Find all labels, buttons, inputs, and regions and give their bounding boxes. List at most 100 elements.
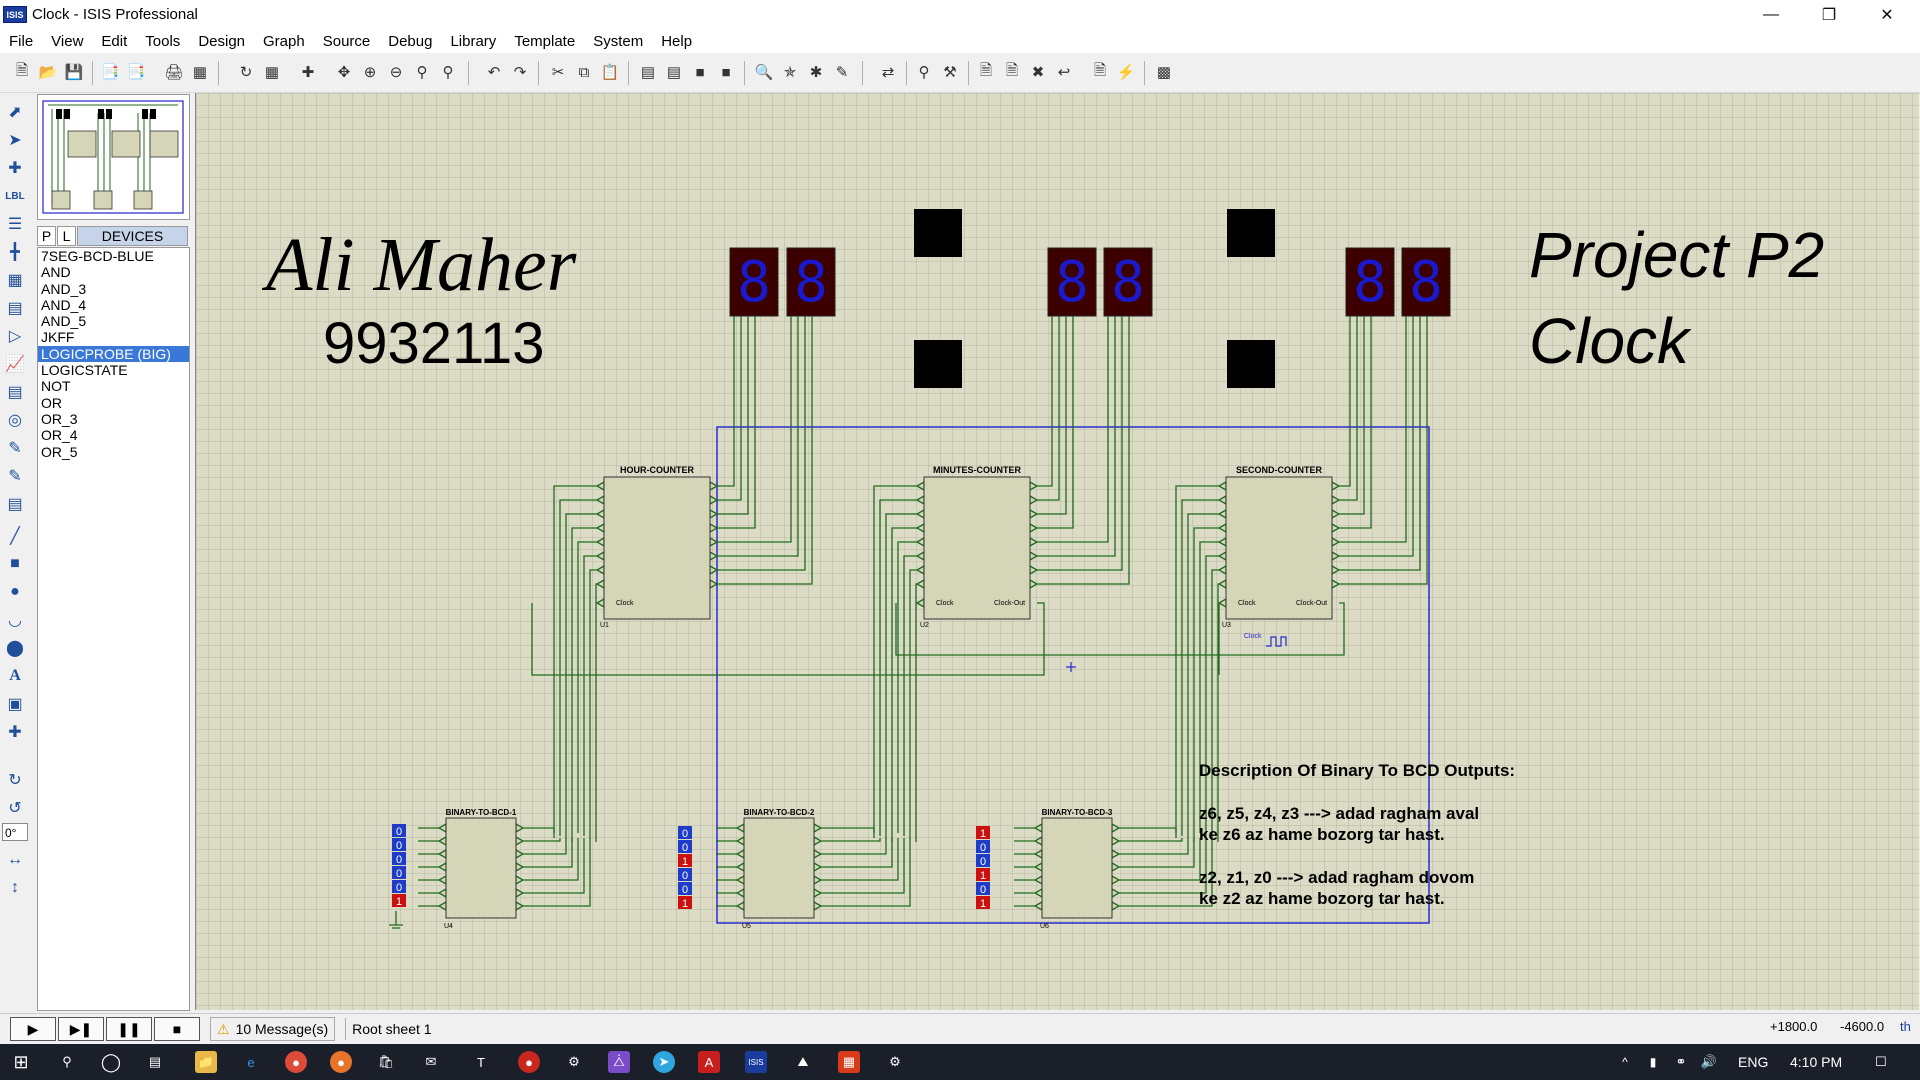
line-icon[interactable]: ╱ [4,525,26,547]
photos-icon[interactable]: ⛰ [792,1051,814,1073]
text-script-icon[interactable]: ☰ [4,213,26,235]
device-item[interactable]: OR [38,395,189,411]
library-manager-button[interactable]: L [57,226,76,246]
open-folder-icon[interactable]: 📂 [38,62,58,82]
netlist-to-ares-icon[interactable]: ▩ [1154,62,1174,82]
copy-icon[interactable]: ⧉ [574,62,594,82]
block-delete-icon[interactable]: ■ [716,62,736,82]
print-area-icon[interactable]: ▦ [190,62,210,82]
mail-icon[interactable]: ✉ [420,1051,442,1073]
search-tag-icon[interactable]: ⚲ [914,62,934,82]
close-button[interactable]: ✕ [1858,0,1916,29]
package-tool-icon[interactable]: ✱ [806,62,826,82]
edge-icon[interactable]: e [240,1051,262,1073]
device-item[interactable]: NOT [38,378,189,394]
add-sheet-icon[interactable]: 🗎 [1002,62,1022,82]
grid-icon[interactable]: ▦ [262,62,282,82]
rotate-ccw-icon[interactable]: ↺ [4,797,26,819]
menu-help[interactable]: Help [652,33,701,50]
generator-icon[interactable]: ◎ [4,409,26,431]
block-move-icon[interactable]: ▤ [664,62,684,82]
print-icon[interactable]: 🖨 [164,62,184,82]
mirror-horizontal-icon[interactable]: ↔ [4,849,26,871]
menu-system[interactable]: System [584,33,652,50]
block-copy-icon[interactable]: ▤ [638,62,658,82]
exit-to-parent-icon[interactable]: ↩ [1054,62,1074,82]
pick-devices-button[interactable]: P [37,226,56,246]
graph-mode-icon[interactable]: 📈 [4,353,26,375]
export-icon[interactable]: 📑 [126,62,146,82]
text-icon[interactable]: A [4,665,26,687]
tray-up-icon[interactable]: ^ [1614,1051,1636,1073]
menu-edit[interactable]: Edit [92,33,136,50]
visual-studio-icon[interactable]: ⧊ [608,1051,630,1073]
mirror-vertical-icon[interactable]: ↕ [4,877,26,899]
notification-icon[interactable]: ☐ [1870,1051,1892,1073]
device-item-selected[interactable]: LOGICPROBE (BIG) [38,345,189,363]
telegram-icon[interactable]: ➤ [653,1051,675,1073]
menu-template[interactable]: Template [505,33,584,50]
virtual-instruments-icon[interactable]: ▤ [4,493,26,515]
app-icon[interactable]: ▦ [838,1051,860,1073]
chrome-icon[interactable]: ● [285,1051,307,1073]
typora-icon[interactable]: T [470,1051,492,1073]
language-indicator[interactable]: ENG [1738,1054,1768,1070]
device-pins-icon[interactable]: ▷ [4,325,26,347]
make-device-icon[interactable]: ✯ [780,62,800,82]
new-file-icon[interactable]: 🗎 [12,62,32,82]
rotation-angle-field[interactable]: 0° [2,823,28,841]
zoom-out-icon[interactable]: ⊖ [386,62,406,82]
device-item[interactable]: OR_4 [38,427,189,443]
property-tool-icon[interactable]: ⚒ [940,62,960,82]
cut-icon[interactable]: ✂ [548,62,568,82]
menu-graph[interactable]: Graph [254,33,314,50]
save-icon[interactable]: 💾 [64,62,84,82]
menu-view[interactable]: View [42,33,92,50]
import-icon[interactable]: 📑 [100,62,120,82]
device-item[interactable]: AND [38,264,189,280]
settings-icon[interactable]: ⚙ [884,1051,906,1073]
minimize-button[interactable]: — [1742,0,1800,29]
pick-device-icon[interactable]: 🔍 [754,62,774,82]
device-item[interactable]: OR_3 [38,411,189,427]
steam-icon[interactable]: ⚙ [563,1051,585,1073]
task-view-icon[interactable]: ▤ [144,1051,166,1073]
network-icon[interactable]: ⚭ [1670,1051,1692,1073]
redo-icon[interactable]: ↷ [510,62,530,82]
electrical-rules-icon[interactable]: ⚡ [1116,62,1136,82]
zoom-all-icon[interactable]: ⚲ [412,62,432,82]
messages-indicator[interactable]: ⚠ 10 Message(s) [210,1017,336,1041]
box-icon[interactable]: ■ [4,553,26,575]
restore-button[interactable]: ❐ [1800,0,1858,29]
wire-autorouter-icon[interactable]: ⇄ [878,62,898,82]
subcircuit-icon[interactable]: ▦ [4,269,26,291]
pause-button[interactable]: ❚❚ [106,1017,152,1041]
device-item[interactable]: OR_5 [38,444,189,460]
decompose-icon[interactable]: ✎ [832,62,852,82]
device-item[interactable]: 7SEG-BCD-BLUE [38,248,189,264]
paste-icon[interactable]: 📋 [600,62,620,82]
battery-icon[interactable]: ▮ [1642,1051,1664,1073]
device-item[interactable]: LOGICSTATE [38,362,189,378]
wire-label-icon[interactable]: LBL [4,185,26,207]
isis-taskbar-icon[interactable]: ISIS [745,1051,767,1073]
symbol-icon[interactable]: ▣ [4,693,26,715]
new-sheet-icon[interactable]: 🗎 [976,62,996,82]
stop-button[interactable]: ■ [154,1017,200,1041]
marker-icon[interactable]: ✚ [4,721,26,743]
device-item[interactable]: AND_3 [38,281,189,297]
buses-icon[interactable]: ╋ [4,241,26,263]
acrobat-icon[interactable]: A [698,1051,720,1073]
current-probe-icon[interactable]: ✎ [4,465,26,487]
circle-icon[interactable]: ● [4,581,26,603]
undo-icon[interactable]: ↶ [484,62,504,82]
origin-icon[interactable]: ✚ [298,62,318,82]
menu-file[interactable]: File [0,33,42,50]
step-button[interactable]: ▶❚ [58,1017,104,1041]
device-item[interactable]: AND_4 [38,297,189,313]
menu-design[interactable]: Design [189,33,254,50]
path-icon[interactable]: ⬤ [4,637,26,659]
rotate-cw-icon[interactable]: ↻ [4,769,26,791]
volume-icon[interactable]: 🔊 [1698,1051,1720,1073]
component-mode-icon[interactable]: ➤ [4,129,26,151]
